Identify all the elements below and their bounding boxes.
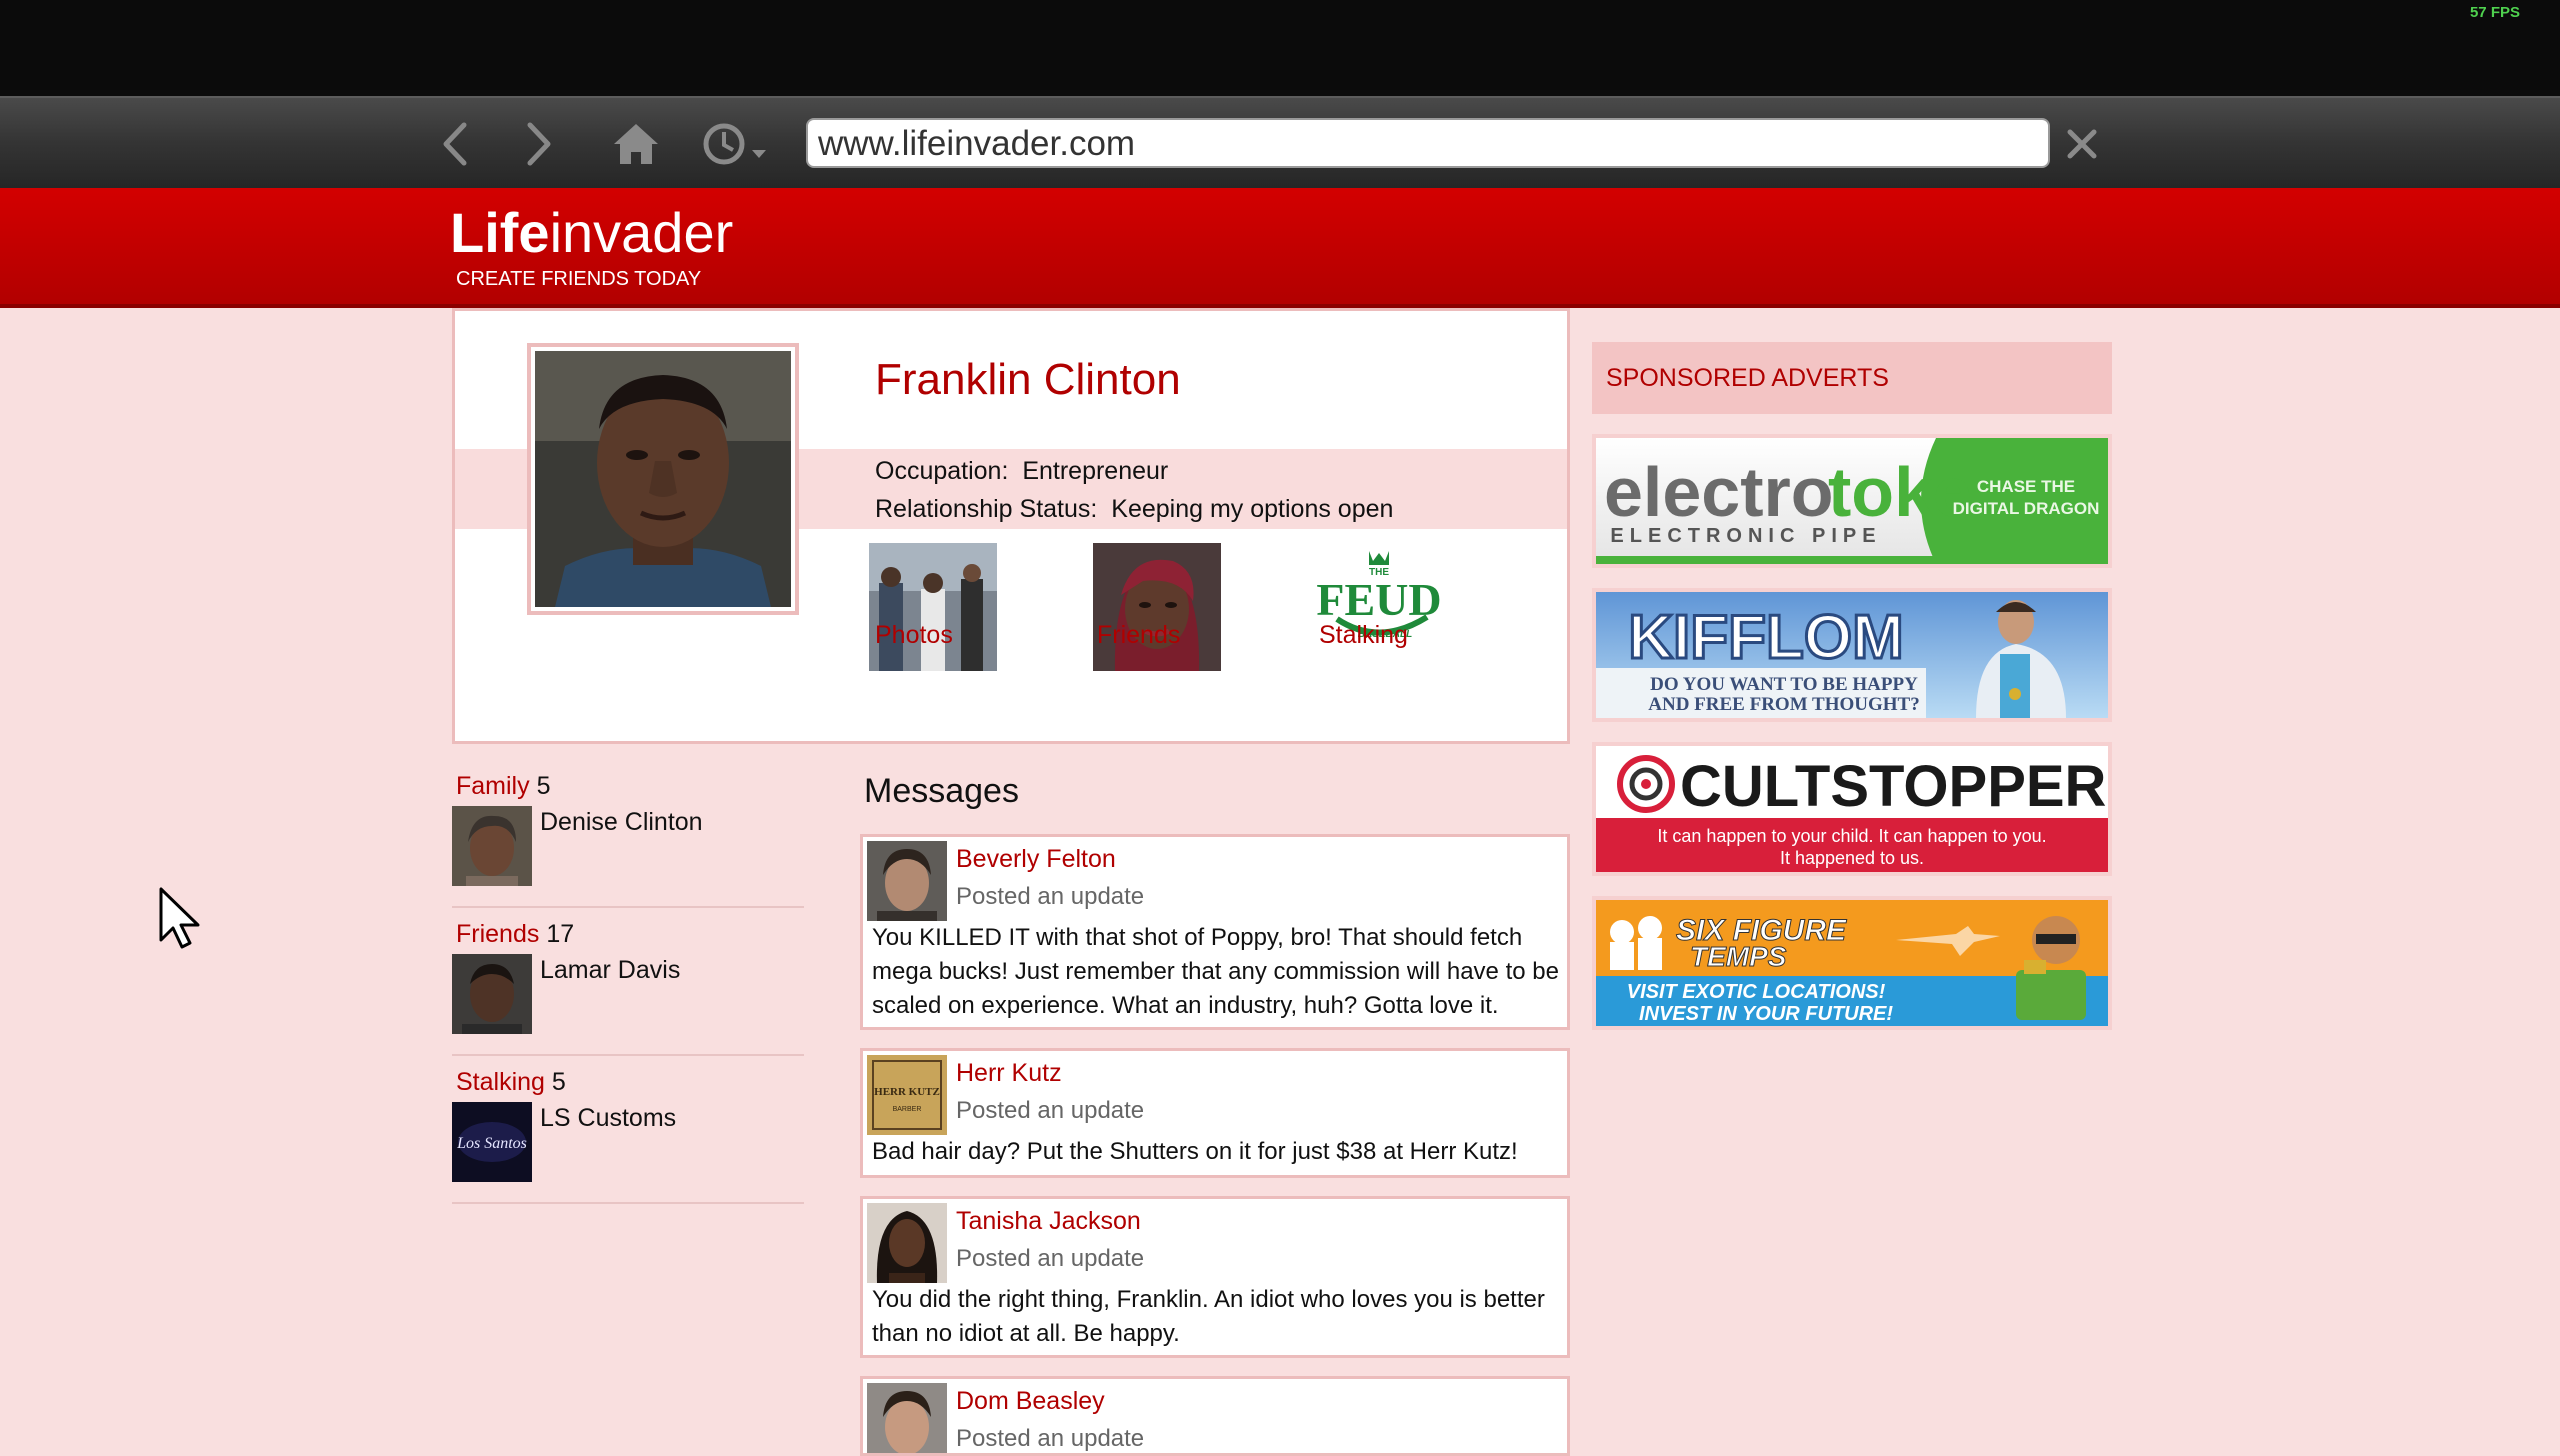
message-author[interactable]: Tanisha Jackson [956, 1207, 1141, 1236]
message-text: Bad hair day? Put the Shutters on it for… [872, 1138, 1518, 1165]
group-member-name[interactable]: LS Customs [540, 1104, 676, 1133]
svg-text:AND FREE FROM THOUGHT?: AND FREE FROM THOUGHT? [1648, 694, 1919, 715]
friends-group: Friends 17 Lamar Davis [452, 908, 804, 1056]
svg-text:TEMPS: TEMPS [1690, 941, 1787, 972]
forward-icon[interactable] [510, 114, 570, 174]
site-header: Lifeinvader CREATE FRIENDS TODAY [0, 188, 2560, 308]
svg-text:DO YOU WANT TO BE HAPPY: DO YOU WANT TO BE HAPPY [1650, 674, 1918, 695]
back-icon[interactable] [424, 114, 484, 174]
beverly-felton-avatar[interactable] [867, 841, 947, 921]
message-author[interactable]: Beverly Felton [956, 845, 1116, 874]
svg-text:CULTSTOPPERS: CULTSTOPPERS [1680, 754, 2108, 819]
message-author[interactable]: Dom Beasley [956, 1387, 1105, 1416]
dom-beasley-avatar[interactable] [867, 1383, 947, 1453]
message-card: Tanisha Jackson Posted an update You did… [860, 1196, 1570, 1358]
denise-clinton-avatar[interactable] [452, 806, 532, 886]
message-subtitle: Posted an update [956, 883, 1145, 910]
tanisha-jackson-avatar[interactable] [867, 1203, 947, 1283]
message-card: HERR KUTZ BARBER Herr Kutz Posted an upda… [860, 1048, 1570, 1178]
cultstoppers-ad[interactable]: CULTSTOPPERS It can happen to your child… [1592, 742, 2112, 876]
fps-counter: 57 FPS [2469, 4, 2520, 21]
stalking-heading[interactable]: Stalking 5 [456, 1068, 566, 1097]
profile-picture [527, 343, 799, 615]
site-tagline: CREATE FRIENDS TODAY [456, 268, 702, 290]
address-bar[interactable]: www.lifeinvader.com [806, 118, 2050, 168]
svg-text:electro: electro [1604, 453, 1834, 531]
mouse-cursor-icon [158, 886, 202, 955]
svg-text:HERR KUTZ: HERR KUTZ [874, 1086, 940, 1098]
occupation-label: Occupation: [875, 457, 1009, 485]
message-card: Dom Beasley Posted an update [860, 1376, 1570, 1456]
svg-text:It can happen to your child.: It can happen to your child. It can happ… [1657, 826, 2046, 846]
message-subtitle: Posted an update [956, 1245, 1145, 1272]
electrotoke-ad[interactable]: electro toke ELECTRONIC PIPE CHASE THE D… [1592, 434, 2112, 568]
feud-baseball-logo[interactable]: THE FEUD BASEBALL [1315, 543, 1443, 671]
close-icon[interactable] [2052, 114, 2112, 174]
home-icon[interactable] [606, 114, 666, 174]
message-text: You KILLED IT with that shot of Poppy, b… [872, 924, 1559, 1019]
title-bar: 57 FPS [0, 0, 2560, 96]
history-icon[interactable] [698, 114, 778, 174]
friends-thumbnail[interactable] [1093, 543, 1221, 671]
friends-link[interactable]: Friends [1097, 621, 1180, 650]
svg-text:It happened to us.: It happened to us. [1780, 848, 1924, 868]
svg-text:CHASE THE: CHASE THE [1977, 477, 2075, 496]
relationship-row: Relationship Status: Keeping my options … [875, 495, 1393, 524]
friends-heading[interactable]: Friends 17 [456, 920, 574, 949]
svg-text:Los Santos: Los Santos [456, 1135, 527, 1152]
adverts-heading: SPONSORED ADVERTS [1592, 342, 2112, 414]
stalking-group: Stalking 5 Los Santos LS Customs [452, 1056, 804, 1204]
occupation-row: Occupation: Entrepreneur [875, 457, 1168, 486]
svg-text:KIFFLOM: KIFFLOM [1628, 603, 1904, 672]
message-subtitle: Posted an update [956, 1425, 1145, 1452]
photos-thumbnail[interactable] [869, 543, 997, 671]
photos-link[interactable]: Photos [875, 621, 953, 650]
group-member-name[interactable]: Denise Clinton [540, 808, 703, 837]
lifeinvader-logo[interactable]: Lifeinvader [450, 198, 733, 268]
connections-sidebar: Family 5 Denise Clinton Friends 17 Lamar… [452, 760, 804, 1204]
profile-name: Franklin Clinton [875, 355, 1181, 404]
svg-text:toke: toke [1828, 453, 1972, 531]
kifflom-ad[interactable]: KIFFLOM DO YOU WANT TO BE HAPPY AND FREE… [1592, 588, 2112, 722]
ls-customs-logo[interactable]: Los Santos [452, 1102, 532, 1182]
message-text: You did the right thing, Franklin. An id… [872, 1286, 1545, 1347]
relationship-value: Keeping my options open [1111, 495, 1394, 523]
relationship-label: Relationship Status: [875, 495, 1098, 523]
occupation-value: Entrepreneur [1022, 457, 1169, 485]
message-card: Beverly Felton Posted an update You KILL… [860, 834, 1570, 1030]
svg-text:VISIT EXOTIC LOCATIONS!: VISIT EXOTIC LOCATIONS! [1627, 981, 1886, 1003]
family-group: Family 5 Denise Clinton [452, 760, 804, 908]
svg-text:ELECTRONIC PIPE: ELECTRONIC PIPE [1610, 525, 1881, 547]
lamar-davis-avatar[interactable] [452, 954, 532, 1034]
stalking-link[interactable]: Stalking [1319, 621, 1408, 650]
six-figure-temps-ad[interactable]: SIX FIGURE TEMPS VISIT EXOTIC LOCATIONS!… [1592, 896, 2112, 1030]
message-author[interactable]: Herr Kutz [956, 1059, 1062, 1088]
svg-text:BARBER: BARBER [893, 1106, 922, 1113]
profile-card: Franklin Clinton Occupation: Entrepreneu… [452, 308, 1570, 744]
browser-toolbar: www.lifeinvader.com [0, 96, 2560, 188]
svg-text:DIGITAL DRAGON: DIGITAL DRAGON [1953, 499, 2100, 518]
sponsored-adverts: SPONSORED ADVERTS electro toke ELECTRONI… [1592, 342, 2112, 1030]
family-heading[interactable]: Family 5 [456, 772, 550, 801]
herr-kutz-logo[interactable]: HERR KUTZ BARBER [867, 1055, 947, 1135]
messages-heading: Messages [864, 772, 1019, 810]
group-member-name[interactable]: Lamar Davis [540, 956, 680, 985]
svg-text:INVEST IN YOUR FUTURE!: INVEST IN YOUR FUTURE! [1639, 1003, 1893, 1025]
message-subtitle: Posted an update [956, 1097, 1145, 1124]
